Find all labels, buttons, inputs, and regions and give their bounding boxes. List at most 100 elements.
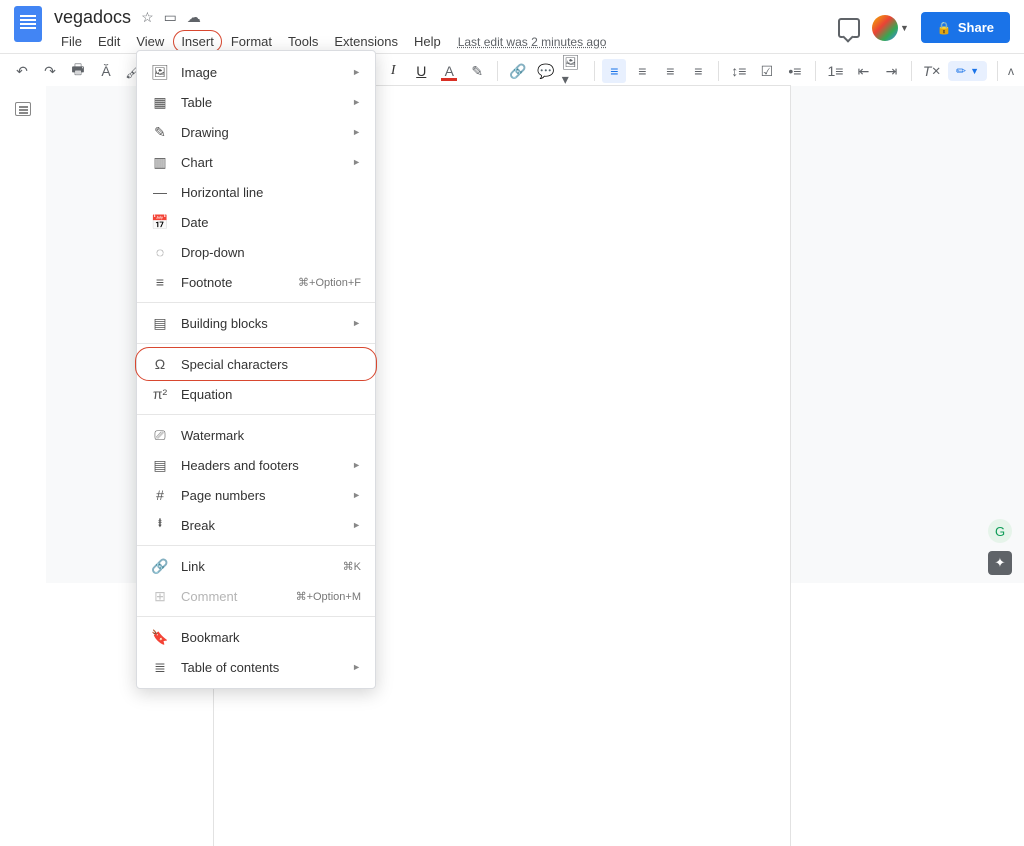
document-title[interactable]: vegadocs <box>54 7 131 28</box>
insert-image-button[interactable]: 🖼▾ <box>562 59 586 83</box>
menu-separator <box>137 343 375 344</box>
table-of-contents-icon: ≣ <box>151 659 169 676</box>
menu-item-label: Special characters <box>181 357 288 372</box>
underline-button[interactable]: U <box>409 59 433 83</box>
numbered-list-button[interactable]: 1≡ <box>823 59 847 83</box>
insert-menu-item-image[interactable]: 🖼Image► <box>137 57 375 87</box>
text-color-button[interactable]: A <box>437 59 461 83</box>
building-blocks-icon: ▤ <box>151 315 169 332</box>
insert-menu-item-table-of-contents[interactable]: ≣ Table of contents ► <box>137 652 375 682</box>
comment-history-icon[interactable] <box>838 18 860 38</box>
menu-item-label: Building blocks <box>181 316 268 331</box>
share-button[interactable]: 🔒 Share <box>921 12 1010 43</box>
italic-button[interactable]: I <box>381 59 405 83</box>
star-icon[interactable]: ☆ <box>141 9 154 26</box>
align-left-button[interactable]: ≡ <box>602 59 626 83</box>
menu-separator <box>137 616 375 617</box>
date-icon: 📅 <box>151 214 169 231</box>
editing-mode-button[interactable]: ✏ ▼ <box>948 61 987 81</box>
grammarly-fab[interactable]: G <box>988 519 1012 543</box>
separator <box>911 61 912 81</box>
menu-help[interactable]: Help <box>407 31 448 52</box>
docs-logo[interactable] <box>14 6 42 42</box>
menu-separator <box>137 414 375 415</box>
menu-edit[interactable]: Edit <box>91 31 127 52</box>
separator <box>594 61 595 81</box>
menu-item-label: Equation <box>181 387 232 402</box>
insert-menu-item-table[interactable]: ▦Table► <box>137 87 375 117</box>
undo-button[interactable]: ↶ <box>10 59 34 83</box>
insert-menu-item-horizontal-line[interactable]: — Horizontal line <box>137 177 375 207</box>
separator <box>497 61 498 81</box>
menu-separator <box>137 302 375 303</box>
insert-menu-item-equation[interactable]: π²Equation <box>137 379 375 409</box>
checklist-button[interactable]: ☑ <box>755 59 779 83</box>
menu-item-label: Page numbers <box>181 488 266 503</box>
horizontal-line-icon: — <box>151 184 169 200</box>
submenu-arrow-icon: ► <box>352 662 361 672</box>
menu-item-label: Table of contents <box>181 660 279 675</box>
drop-down-icon: ◌ <box>151 244 169 260</box>
print-button[interactable]: 🖶 <box>66 59 90 83</box>
insert-menu-item-date[interactable]: 📅Date <box>137 207 375 237</box>
hide-menus-button[interactable]: ʌ <box>1008 64 1014 78</box>
document-outline-icon[interactable] <box>15 102 31 116</box>
move-icon[interactable]: ▭ <box>164 9 177 26</box>
insert-menu-item-drop-down[interactable]: ◌ Drop-down <box>137 237 375 267</box>
page-numbers-icon: # <box>151 487 169 503</box>
insert-menu-item-headers-and-footers[interactable]: ▤Headers and footers► <box>137 450 375 480</box>
chart-icon: ▥ <box>151 154 169 171</box>
submenu-arrow-icon: ► <box>352 97 361 107</box>
increase-indent-button[interactable]: ⇥ <box>879 59 903 83</box>
lock-icon: 🔒 <box>937 21 952 35</box>
menu-item-label: Horizontal line <box>181 185 263 200</box>
highlight-color-button[interactable]: ✎ <box>465 59 489 83</box>
last-edit-link[interactable]: Last edit was 2 minutes ago <box>458 35 607 49</box>
menu-view[interactable]: View <box>129 31 171 52</box>
clear-formatting-button[interactable]: T✕ <box>920 59 944 83</box>
bulleted-list-button[interactable]: •≡ <box>783 59 807 83</box>
menu-format[interactable]: Format <box>224 31 279 52</box>
cloud-status-icon[interactable]: ☁ <box>187 9 201 26</box>
insert-menu-item-chart[interactable]: ▥Chart► <box>137 147 375 177</box>
insert-menu-dropdown: 🖼Image►▦Table►✎Drawing►▥Chart►—Horizonta… <box>136 50 376 689</box>
menu-item-label: Table <box>181 95 212 110</box>
special-characters-icon: Ω <box>151 356 169 372</box>
explore-fab[interactable]: ✦ <box>988 551 1012 575</box>
caret-down-icon: ▼ <box>970 66 979 76</box>
add-comment-button[interactable]: 💬 <box>534 59 558 83</box>
menu-item-label: Drawing <box>181 125 229 140</box>
insert-menu-item-watermark[interactable]: ⎚Watermark <box>137 420 375 450</box>
insert-menu-item-building-blocks[interactable]: ▤Building blocks► <box>137 308 375 338</box>
insert-menu-item-footnote[interactable]: ≡Footnote⌘+Option+F <box>137 267 375 297</box>
align-right-button[interactable]: ≡ <box>658 59 682 83</box>
menu-item-label: Drop-down <box>181 245 245 260</box>
redo-button[interactable]: ↷ <box>38 59 62 83</box>
insert-menu-item-drawing[interactable]: ✎Drawing► <box>137 117 375 147</box>
line-spacing-button[interactable]: ↕≡ <box>727 59 751 83</box>
insert-link-button[interactable]: 🔗 <box>506 59 530 83</box>
submenu-arrow-icon: ► <box>352 520 361 530</box>
menu-item-label: Comment <box>181 589 237 604</box>
meet-dropdown[interactable]: ▼ <box>872 15 909 41</box>
separator <box>718 61 719 81</box>
menu-tools[interactable]: Tools <box>281 31 325 52</box>
insert-menu-item-bookmark[interactable]: 🔖Bookmark <box>137 622 375 652</box>
keyboard-shortcut: ⌘+Option+M <box>296 590 361 603</box>
align-justify-button[interactable]: ≡ <box>686 59 710 83</box>
submenu-arrow-icon: ► <box>352 460 361 470</box>
menu-item-label: Image <box>181 65 217 80</box>
menu-separator <box>137 545 375 546</box>
insert-menu-item-special-characters[interactable]: Ω Special characters <box>137 349 375 379</box>
menu-file[interactable]: File <box>54 31 89 52</box>
submenu-arrow-icon: ► <box>352 67 361 77</box>
menu-item-label: Bookmark <box>181 630 240 645</box>
align-center-button[interactable]: ≡ <box>630 59 654 83</box>
decrease-indent-button[interactable]: ⇤ <box>851 59 875 83</box>
menu-extensions[interactable]: Extensions <box>327 31 405 52</box>
spellcheck-button[interactable]: Ă <box>94 59 118 83</box>
insert-menu-item-break[interactable]: ⭽Break► <box>137 510 375 540</box>
insert-menu-item-link[interactable]: 🔗Link⌘K <box>137 551 375 581</box>
menu-item-label: Watermark <box>181 428 244 443</box>
insert-menu-item-page-numbers[interactable]: #Page numbers► <box>137 480 375 510</box>
